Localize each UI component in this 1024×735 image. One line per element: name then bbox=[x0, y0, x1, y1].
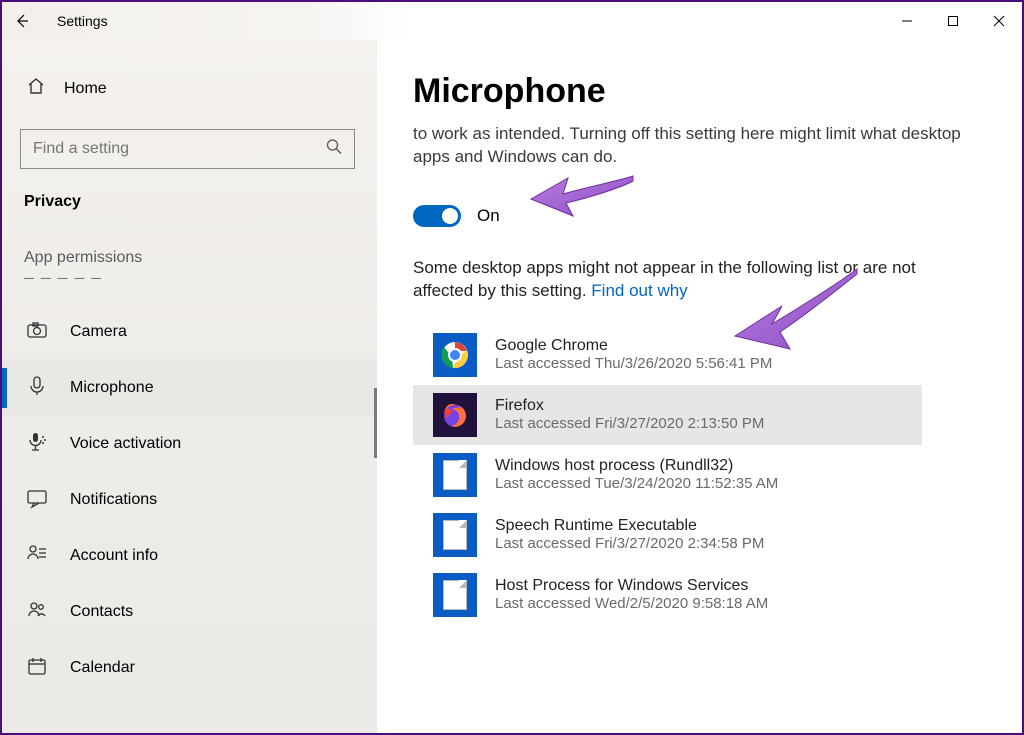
toggle-state-label: On bbox=[477, 206, 500, 226]
microphone-toggle[interactable] bbox=[413, 205, 461, 227]
microphone-icon bbox=[26, 375, 48, 402]
sidebar-item-voice-activation[interactable]: Voice activation bbox=[2, 416, 377, 472]
sidebar-item-label: Contacts bbox=[70, 603, 133, 621]
account-icon bbox=[26, 543, 48, 570]
search-input[interactable] bbox=[20, 129, 355, 169]
chrome-icon bbox=[433, 333, 477, 377]
content-pane: Microphone to work as intended. Turning … bbox=[377, 40, 1022, 733]
contacts-icon bbox=[26, 599, 48, 626]
sidebar-item-calendar[interactable]: Calendar bbox=[2, 640, 377, 696]
truncated-item: — — — — — bbox=[2, 267, 377, 284]
home-label: Home bbox=[64, 80, 107, 98]
document-icon bbox=[433, 513, 477, 557]
page-title: Microphone bbox=[413, 72, 982, 111]
sidebar-scrollbar[interactable] bbox=[374, 388, 377, 458]
app-timestamp: Last accessed Thu/3/26/2020 5:56:41 PM bbox=[495, 355, 772, 372]
titlebar: Settings bbox=[2, 2, 1022, 40]
app-row-speech-runtime: Speech Runtime Executable Last accessed … bbox=[413, 505, 982, 565]
app-timestamp: Last accessed Tue/3/24/2020 11:52:35 AM bbox=[495, 475, 778, 492]
app-name: Google Chrome bbox=[495, 337, 772, 355]
app-name: Speech Runtime Executable bbox=[495, 517, 764, 535]
sidebar-item-contacts[interactable]: Contacts bbox=[2, 584, 377, 640]
app-timestamp: Last accessed Fri/3/27/2020 2:13:50 PM bbox=[495, 415, 764, 432]
sidebar-item-camera[interactable]: Camera bbox=[2, 304, 377, 360]
document-icon bbox=[433, 573, 477, 617]
sidebar: Home Privacy App permissions — — — — — C… bbox=[2, 40, 377, 733]
home-nav[interactable]: Home bbox=[2, 68, 377, 109]
voice-icon bbox=[26, 431, 48, 458]
app-row-chrome: Google Chrome Last accessed Thu/3/26/202… bbox=[413, 325, 982, 385]
sidebar-item-microphone[interactable]: Microphone bbox=[2, 360, 377, 416]
sidebar-item-label: Camera bbox=[70, 323, 127, 341]
firefox-icon bbox=[433, 393, 477, 437]
maximize-button[interactable] bbox=[930, 2, 976, 40]
app-row-firefox: Firefox Last accessed Fri/3/27/2020 2:13… bbox=[413, 385, 922, 445]
search-icon bbox=[325, 138, 343, 161]
sidebar-item-label: Microphone bbox=[70, 379, 154, 397]
sidebar-item-account-info[interactable]: Account info bbox=[2, 528, 377, 584]
sidebar-item-label: Notifications bbox=[70, 491, 157, 509]
app-name: Firefox bbox=[495, 397, 764, 415]
sidebar-item-label: Voice activation bbox=[70, 435, 181, 453]
app-row-rundll32: Windows host process (Rundll32) Last acc… bbox=[413, 445, 982, 505]
app-name: Windows host process (Rundll32) bbox=[495, 457, 778, 475]
app-timestamp: Last accessed Fri/3/27/2020 2:34:58 PM bbox=[495, 535, 764, 552]
minimize-button[interactable] bbox=[884, 2, 930, 40]
note-text: Some desktop apps might not appear in th… bbox=[413, 257, 973, 303]
category-header: Privacy bbox=[2, 169, 377, 211]
notifications-icon bbox=[26, 487, 48, 514]
app-name: Host Process for Windows Services bbox=[495, 577, 768, 595]
document-icon bbox=[433, 453, 477, 497]
find-out-why-link[interactable]: Find out why bbox=[591, 281, 687, 300]
window-title: Settings bbox=[57, 13, 108, 29]
home-icon bbox=[26, 76, 46, 101]
page-description: to work as intended. Turning off this se… bbox=[413, 123, 973, 169]
close-button[interactable] bbox=[976, 2, 1022, 40]
back-button[interactable] bbox=[2, 2, 42, 40]
section-subheader: App permissions bbox=[2, 211, 377, 267]
camera-icon bbox=[26, 319, 48, 346]
app-row-host-process: Host Process for Windows Services Last a… bbox=[413, 565, 982, 625]
app-timestamp: Last accessed Wed/2/5/2020 9:58:18 AM bbox=[495, 595, 768, 612]
sidebar-item-label: Account info bbox=[70, 547, 158, 565]
calendar-icon bbox=[26, 655, 48, 682]
sidebar-item-notifications[interactable]: Notifications bbox=[2, 472, 377, 528]
sidebar-item-label: Calendar bbox=[70, 659, 135, 677]
